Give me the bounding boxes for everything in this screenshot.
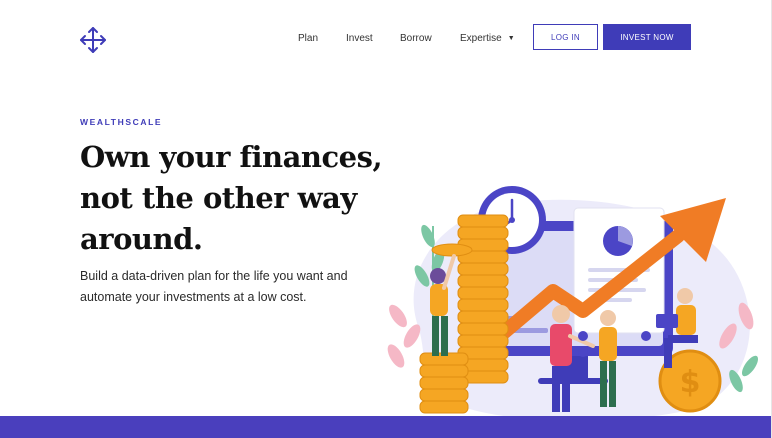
top-navigation: Plan Invest Borrow Expertise ▼ LOG IN INV… [0,0,772,76]
headline-line: around. [80,222,203,256]
login-button[interactable]: LOG IN [533,24,598,50]
held-coin [431,243,473,257]
footer-accent-bar [0,416,772,438]
hero-headline: Own your finances, not the other way aro… [80,137,420,260]
nav-borrow-link[interactable]: Borrow [400,33,432,44]
headline-line: not the other way [80,181,357,215]
nav-invest-link[interactable]: Invest [346,33,373,44]
svg-text:$: $ [680,365,701,400]
headline-line: Own your finances, [80,140,383,174]
nav-plan-link[interactable]: Plan [298,33,318,44]
move-arrows-icon[interactable] [78,25,108,55]
finance-growth-illustration: $ [387,186,759,421]
hero-subhead: Build a data-driven plan for the life yo… [80,269,348,304]
nav-expertise-dropdown[interactable]: Expertise ▼ [460,33,515,44]
coin-stack-small [419,352,469,414]
invest-now-button[interactable]: INVEST NOW [603,24,691,50]
brand-eyebrow: WEALTHSCALE [80,117,163,127]
nav-expertise-label: Expertise [460,33,502,44]
caret-down-icon: ▼ [507,35,515,42]
